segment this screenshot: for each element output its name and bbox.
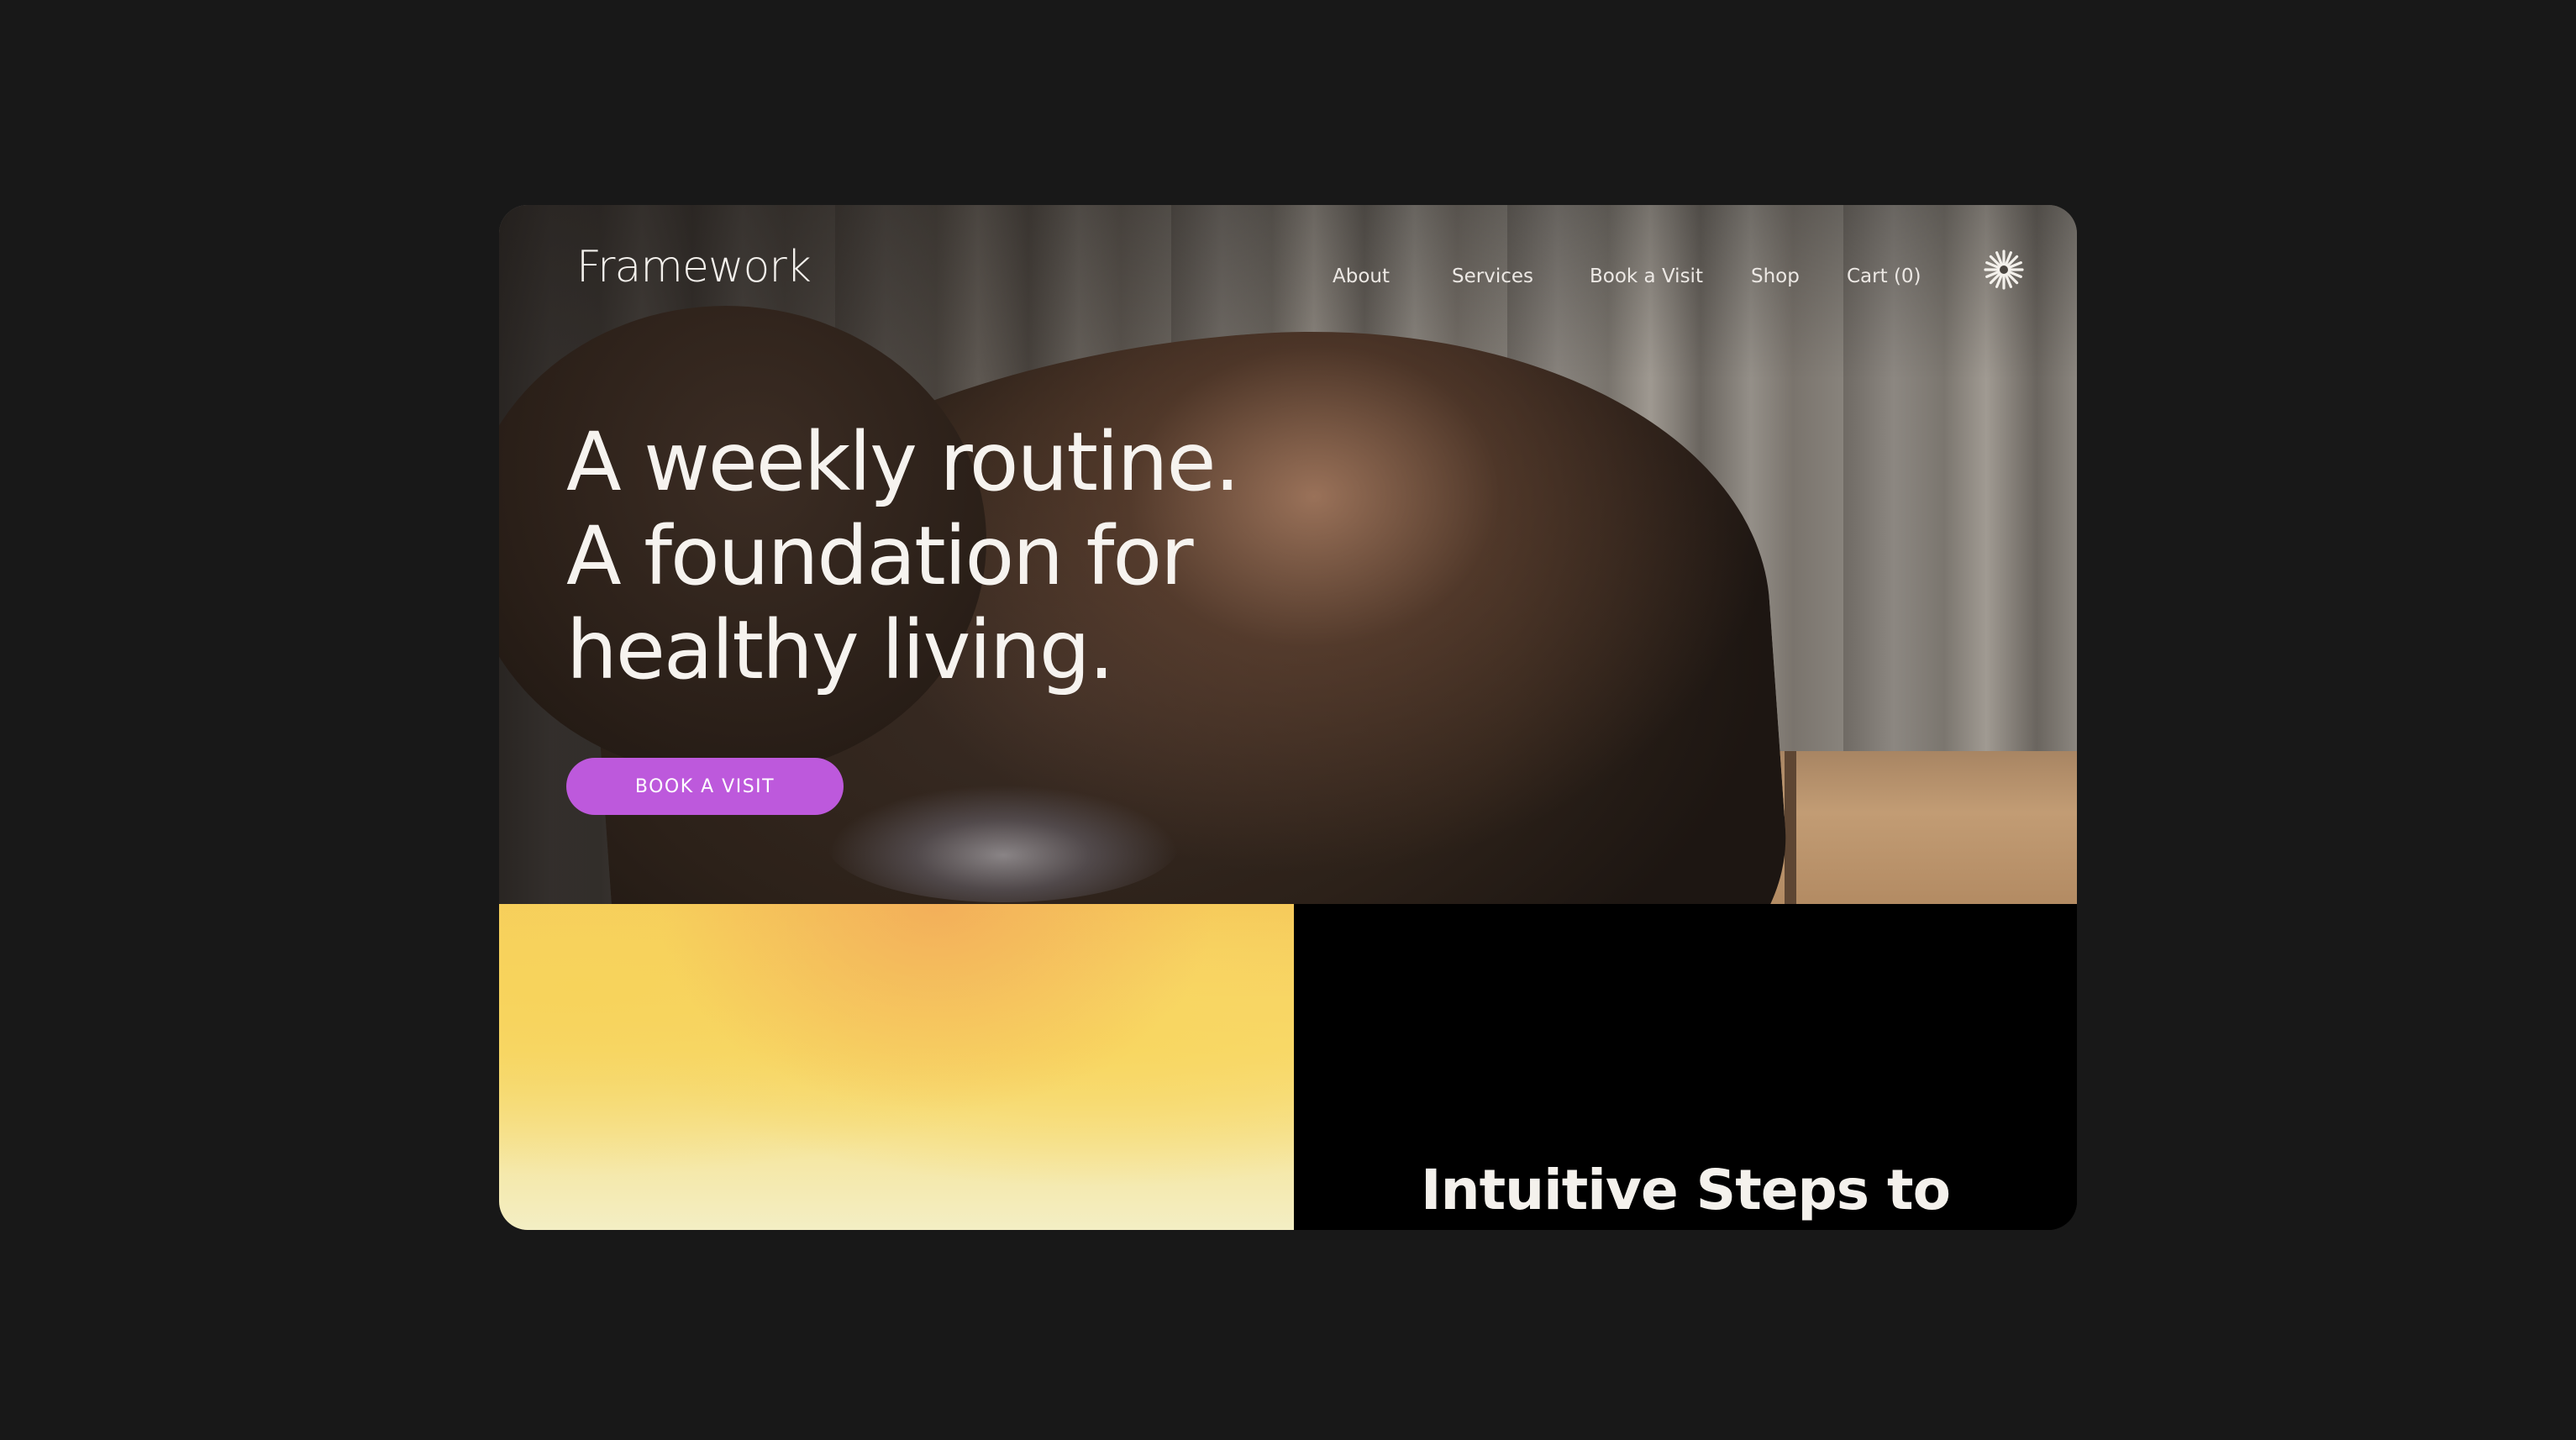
nav-item-book-a-visit[interactable]: Book a Visit	[1590, 265, 1703, 287]
nav-item-shop[interactable]: Shop	[1751, 265, 1800, 287]
nav-item-about[interactable]: About	[1333, 265, 1390, 287]
intro-text-panel: Intuitive Steps to	[1294, 904, 2077, 1230]
hero-headline-line-2: A foundation for	[566, 509, 1194, 603]
asterisk-burst-icon[interactable]	[1983, 249, 2025, 291]
site-logo[interactable]: Framework	[576, 242, 812, 292]
website-frame: Framework About Services Book a Visit Sh…	[499, 205, 2077, 1230]
asterisk-burst-icon-graphic	[1984, 250, 2024, 290]
nav-item-services[interactable]: Services	[1452, 265, 1533, 287]
hero-section: Framework About Services Book a Visit Sh…	[499, 205, 2077, 904]
nav-item-cart[interactable]: Cart (0)	[1847, 265, 1921, 287]
book-a-visit-button[interactable]: BOOK A VISIT	[566, 758, 844, 815]
hero-headline-line-1: A weekly routine.	[566, 415, 1240, 509]
hero-headline-line-3: healthy living.	[566, 603, 1114, 697]
hero-headline: A weekly routine. A foundation for healt…	[566, 415, 1406, 697]
hero-water-splash	[827, 785, 1180, 902]
section-title: Intuitive Steps to	[1421, 1158, 1951, 1222]
gradient-image-panel	[499, 904, 1294, 1230]
